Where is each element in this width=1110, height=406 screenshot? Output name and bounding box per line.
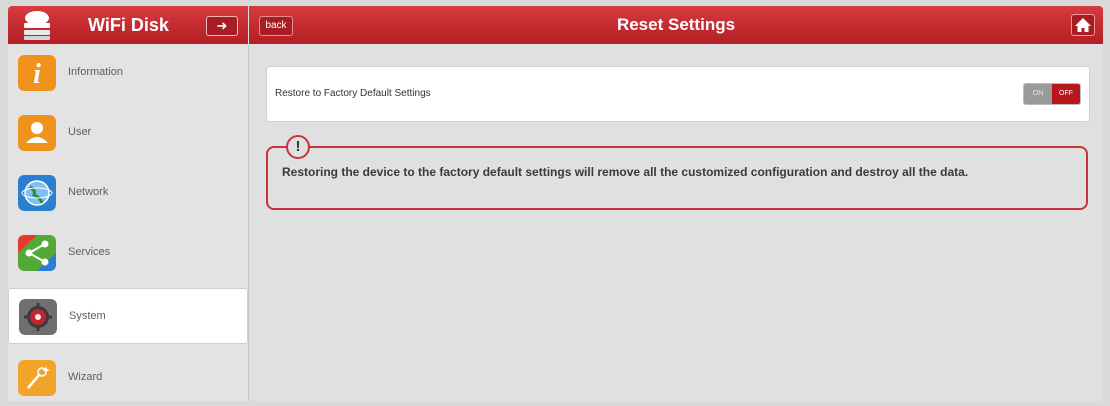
main-header: back Reset Settings <box>249 6 1103 44</box>
warning-box: ! Restoring the device to the factory de… <box>266 135 1088 210</box>
share-icon <box>18 235 56 271</box>
sidebar-item-network[interactable]: Network <box>8 165 248 221</box>
sidebar-item-label: User <box>68 126 92 138</box>
sidebar-item-label: System <box>69 310 106 322</box>
home-button[interactable] <box>1071 14 1095 36</box>
sidebar-item-information[interactable]: i Information <box>8 45 248 101</box>
sidebar: i Information User Network Services Syst… <box>8 45 249 401</box>
home-icon <box>1075 18 1091 32</box>
svg-text:i: i <box>33 59 41 90</box>
sidebar-item-services[interactable]: Services <box>8 225 248 281</box>
sidebar-item-label: Services <box>68 246 111 258</box>
logout-icon: ➜ <box>216 18 228 33</box>
user-icon <box>18 115 56 151</box>
factory-reset-toggle[interactable]: ON OFF <box>1023 83 1081 105</box>
sidebar-header: WiFi Disk ➜ <box>8 6 248 44</box>
sidebar-item-label: Wizard <box>68 371 103 383</box>
logout-button[interactable]: ➜ <box>206 16 238 36</box>
page-title: Reset Settings <box>616 15 736 34</box>
sidebar-item-label: Information <box>68 66 124 78</box>
sidebar-item-wizard[interactable]: Wizard <box>8 350 248 406</box>
globe-icon <box>18 175 56 211</box>
wifi-disk-logo-icon <box>24 11 50 40</box>
wand-icon <box>18 360 56 396</box>
sidebar-item-user[interactable]: User <box>8 105 248 161</box>
app-window: WiFi Disk ➜ back Reset Settings i Inform… <box>8 6 1103 401</box>
sidebar-item-label: Network <box>68 186 109 198</box>
sidebar-item-system[interactable]: System <box>8 288 248 344</box>
factory-reset-label: Restore to Factory Default Settings <box>275 88 431 99</box>
info-icon: i <box>18 55 56 91</box>
warning-text: Restoring the device to the factory defa… <box>282 165 969 179</box>
toggle-off-label: OFF <box>1052 84 1080 104</box>
factory-reset-setting-card: Restore to Factory Default Settings ON O… <box>266 66 1090 122</box>
app-title: WiFi Disk <box>88 15 169 35</box>
toggle-on-label: ON <box>1024 84 1052 104</box>
gear-icon <box>19 299 57 335</box>
warning-icon: ! <box>286 135 310 159</box>
